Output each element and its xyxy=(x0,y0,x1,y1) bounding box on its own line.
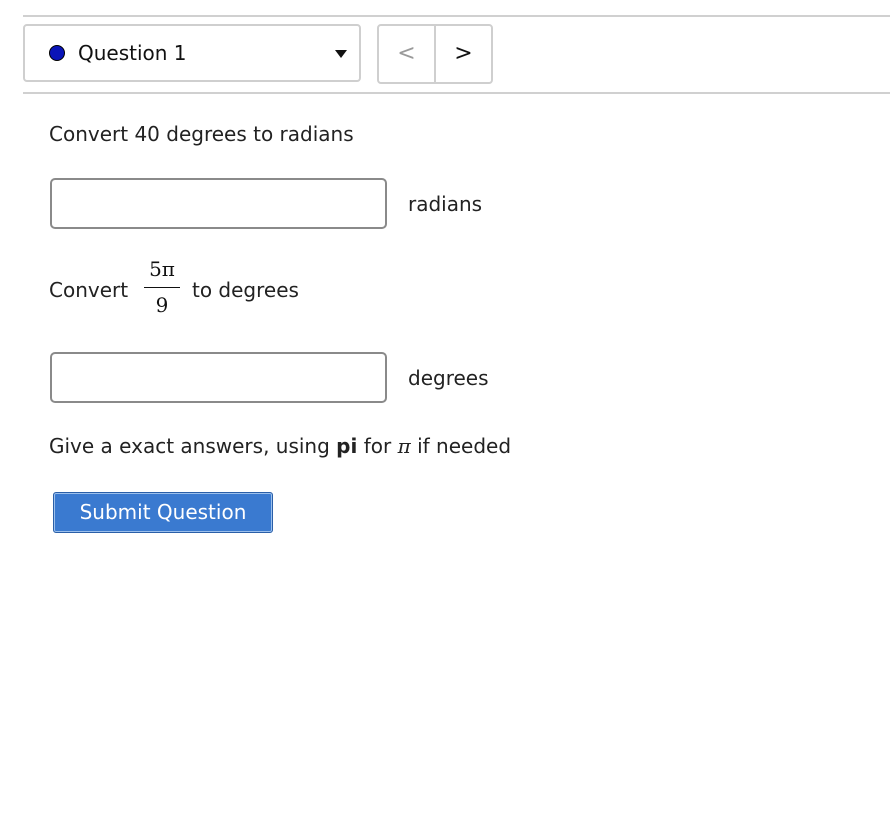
answer-format-hint: Give a exact answers, using pi for π if … xyxy=(49,433,511,459)
fraction-bar xyxy=(144,287,180,288)
chevron-right-icon: > xyxy=(454,41,473,66)
question-part2-suffix: to degrees xyxy=(192,278,299,302)
fraction-numerator: 5π xyxy=(149,257,175,281)
next-question-button[interactable]: > xyxy=(436,26,491,82)
hint-text-end: if needed xyxy=(410,434,512,458)
question-status-dot xyxy=(49,45,65,61)
caret-down-icon xyxy=(335,50,347,58)
header-divider xyxy=(23,92,890,94)
question-part1-prompt: Convert 40 degrees to radians xyxy=(49,122,354,146)
question-part2-prefix: Convert xyxy=(49,278,129,302)
degrees-answer-input[interactable] xyxy=(50,352,387,403)
radians-answer-input[interactable] xyxy=(50,178,387,229)
degrees-unit-label: degrees xyxy=(408,366,489,390)
radians-unit-label: radians xyxy=(408,192,483,216)
hint-keyword-pi: pi xyxy=(336,434,358,458)
fraction-denominator: 9 xyxy=(155,293,169,317)
top-divider xyxy=(23,15,890,17)
hint-text-middle: for xyxy=(357,434,398,458)
hint-text-start: Give a exact answers, using xyxy=(49,434,337,458)
previous-question-button[interactable]: < xyxy=(379,26,436,82)
question-selector-dropdown[interactable]: Question 1 xyxy=(23,24,361,82)
question-navigation: < > xyxy=(377,24,493,84)
chevron-left-icon: < xyxy=(397,41,416,66)
hint-pi-symbol: π xyxy=(397,434,411,458)
fraction-five-pi-over-nine: 5π 9 xyxy=(144,255,180,317)
question-selector-label: Question 1 xyxy=(78,41,187,65)
submit-question-button[interactable]: Submit Question xyxy=(53,492,273,533)
